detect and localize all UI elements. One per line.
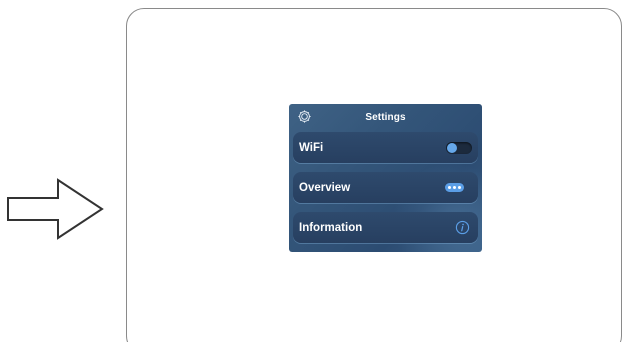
page: Settings WiFi Overview Information — [0, 0, 629, 342]
right-arrow-icon — [7, 178, 104, 240]
panel-header: Settings — [289, 104, 482, 130]
dot — [458, 186, 461, 189]
settings-panel: Settings WiFi Overview Information — [289, 104, 482, 252]
more-icon[interactable] — [445, 183, 464, 192]
row-label: Information — [299, 221, 363, 234]
toggle-knob — [447, 143, 457, 153]
settings-row-wifi[interactable]: WiFi — [293, 132, 478, 163]
gear-icon[interactable] — [297, 109, 312, 124]
settings-row-overview[interactable]: Overview — [293, 172, 478, 203]
dot — [448, 186, 451, 189]
row-label: Overview — [299, 181, 351, 194]
info-icon[interactable] — [455, 220, 470, 235]
dot — [453, 186, 456, 189]
wifi-toggle[interactable] — [446, 142, 472, 154]
row-label: WiFi — [299, 141, 324, 154]
panel-title: Settings — [365, 111, 406, 123]
settings-row-information[interactable]: Information — [293, 212, 478, 243]
